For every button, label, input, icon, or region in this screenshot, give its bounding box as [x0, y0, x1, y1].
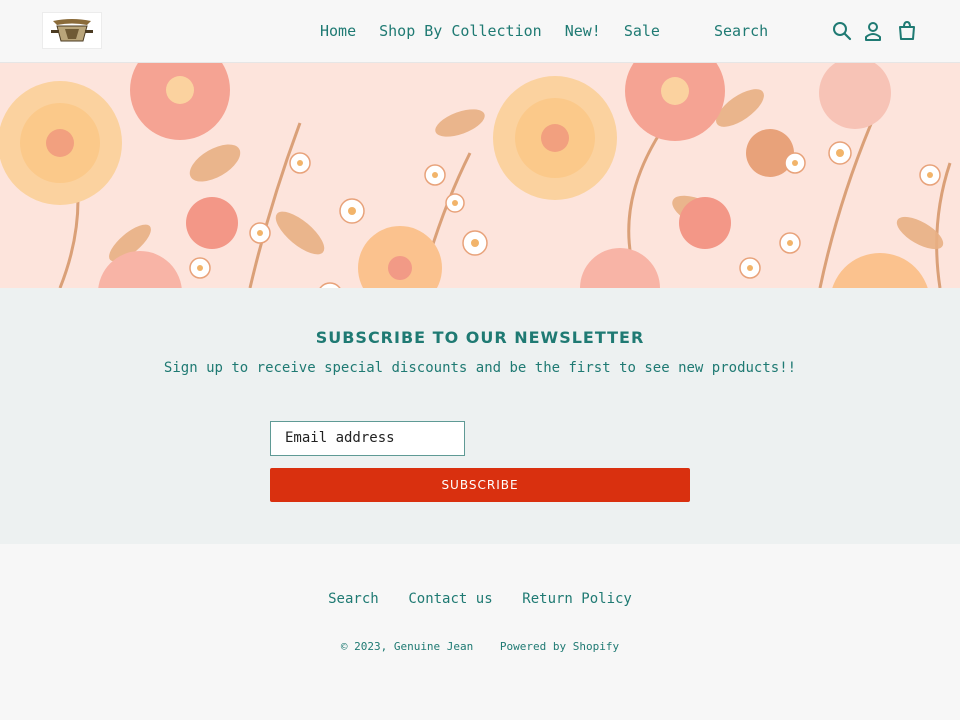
- hero-floral-banner: [0, 63, 960, 288]
- email-field[interactable]: Email address: [270, 421, 465, 456]
- site-header: Home Shop By Collection New! Sale Search: [0, 0, 960, 63]
- footer-link-search[interactable]: Search: [328, 591, 379, 607]
- nav-shop-by-collection[interactable]: Shop By Collection: [379, 21, 542, 41]
- account-icon[interactable]: [862, 20, 884, 42]
- footer-links: Search Contact us Return Policy: [0, 588, 960, 607]
- footer-link-contact-us[interactable]: Contact us: [408, 591, 492, 607]
- search-link[interactable]: Search: [714, 21, 768, 41]
- footer-copyright: © 2023, Genuine Jean Powered by Shopify: [0, 640, 960, 653]
- cart-icon[interactable]: [896, 20, 918, 42]
- site-logo[interactable]: [42, 12, 102, 49]
- newsletter-title: SUBSCRIBE TO OUR NEWSLETTER: [315, 328, 645, 347]
- nav-new[interactable]: New!: [565, 21, 601, 41]
- nav-sale[interactable]: Sale: [624, 21, 660, 41]
- main-nav: Home Shop By Collection New! Sale: [320, 21, 683, 41]
- site-footer: Search Contact us Return Policy © 2023, …: [0, 544, 960, 720]
- floral-pattern-image: [0, 63, 960, 288]
- logo-image: [43, 13, 101, 48]
- newsletter-section: SUBSCRIBE TO OUR NEWSLETTER Sign up to r…: [0, 288, 960, 544]
- powered-by-shopify[interactable]: Powered by Shopify: [500, 640, 619, 653]
- subscribe-button[interactable]: SUBSCRIBE: [270, 468, 690, 502]
- search-icon[interactable]: [831, 20, 853, 42]
- nav-home[interactable]: Home: [320, 21, 356, 41]
- copyright-text[interactable]: © 2023, Genuine Jean: [341, 640, 473, 653]
- footer-link-return-policy[interactable]: Return Policy: [522, 591, 632, 607]
- newsletter-subtitle: Sign up to receive special discounts and…: [163, 360, 797, 376]
